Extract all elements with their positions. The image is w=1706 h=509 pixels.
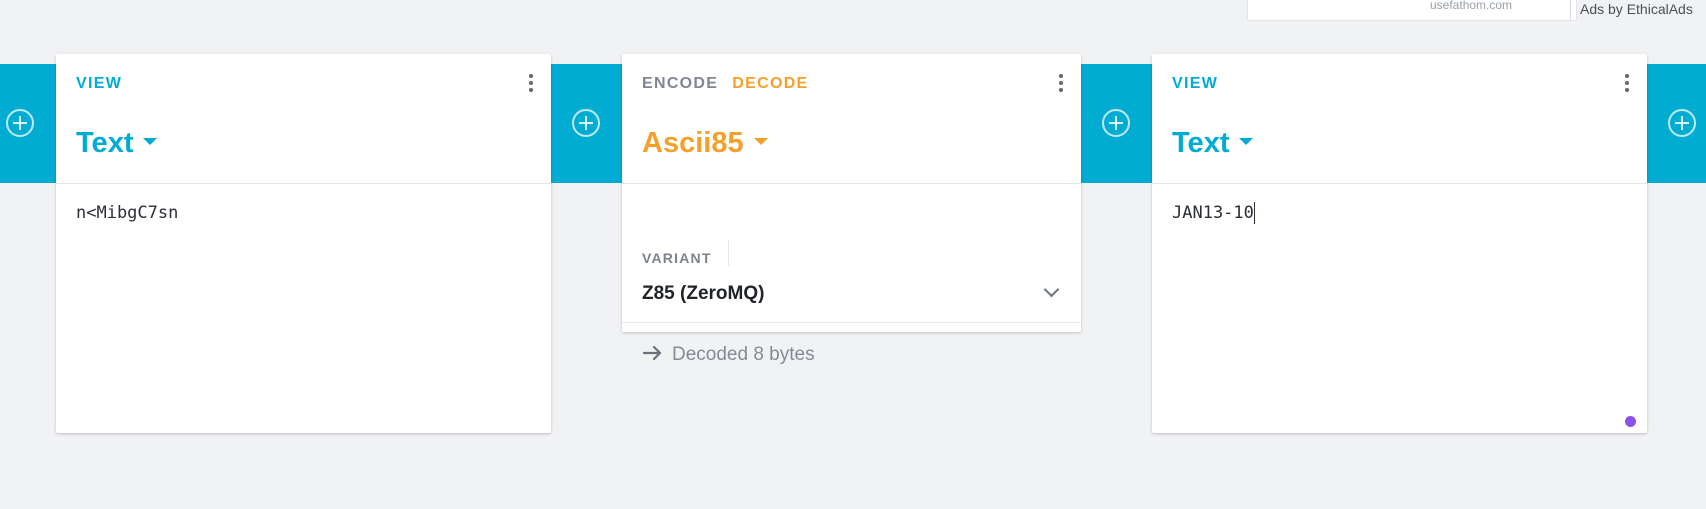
caret-down-icon bbox=[1239, 137, 1254, 145]
add-bar-start bbox=[0, 64, 56, 183]
view-label[interactable]: VIEW bbox=[76, 75, 122, 92]
text-content: JAN13-10 bbox=[1172, 203, 1254, 223]
view-label[interactable]: VIEW bbox=[1172, 75, 1218, 92]
caret-down-icon bbox=[753, 137, 768, 145]
card-header: VIEW Text bbox=[1152, 54, 1647, 184]
text-content: n<MibgC7sn bbox=[76, 203, 179, 223]
codec-card: ENCODE DECODE Ascii85 VARIANT Z85 (ZeroMQ… bbox=[622, 54, 1081, 365]
view-card-output: VIEW Text JAN13-10 bbox=[1152, 54, 1647, 433]
codec-label: Ascii85 bbox=[642, 127, 744, 159]
status-text: Decoded 8 bytes bbox=[672, 344, 815, 365]
more-options-icon[interactable] bbox=[1059, 74, 1063, 94]
status-row: Decoded 8 bytes bbox=[622, 322, 1081, 387]
format-label: Text bbox=[1172, 127, 1230, 159]
chevron-down-icon[interactable] bbox=[1043, 281, 1060, 298]
ad-divider bbox=[1570, 0, 1571, 21]
variant-divider bbox=[728, 240, 729, 266]
text-content-area[interactable]: n<MibgC7sn bbox=[76, 202, 178, 224]
card-overline: ENCODE DECODE bbox=[642, 74, 823, 94]
encode-tab[interactable]: ENCODE bbox=[642, 75, 718, 92]
format-label: Text bbox=[76, 127, 134, 159]
format-selector[interactable]: Text bbox=[1172, 126, 1254, 160]
caret-down-icon bbox=[143, 137, 158, 145]
ad-attribution-link[interactable]: Ads by EthicalAds bbox=[1580, 0, 1693, 19]
add-plus-icon[interactable] bbox=[572, 109, 600, 137]
more-options-icon[interactable] bbox=[1625, 74, 1629, 94]
view-card-input: VIEW Text n<MibgC7sn bbox=[56, 54, 551, 433]
variant-select[interactable]: Z85 (ZeroMQ) bbox=[642, 283, 764, 305]
variant-label: VARIANT bbox=[642, 250, 712, 266]
status-dot bbox=[1625, 416, 1636, 427]
arrow-right-icon bbox=[642, 345, 662, 361]
add-plus-icon[interactable] bbox=[1668, 109, 1696, 137]
text-cursor bbox=[1253, 202, 1255, 224]
ad-banner[interactable]: usefathom.com bbox=[1247, 0, 1577, 21]
more-options-icon[interactable] bbox=[529, 74, 533, 94]
card-header: ENCODE DECODE Ascii85 bbox=[622, 54, 1081, 184]
card-overline: VIEW bbox=[1172, 74, 1232, 94]
add-plus-icon[interactable] bbox=[6, 109, 34, 137]
add-bar-1 bbox=[551, 64, 622, 183]
format-selector[interactable]: Text bbox=[76, 126, 158, 160]
card-header: VIEW Text bbox=[56, 54, 551, 184]
codec-selector[interactable]: Ascii85 bbox=[642, 126, 768, 160]
ad-source-text: usefathom.com bbox=[1430, 0, 1513, 12]
text-content-area[interactable]: JAN13-10 bbox=[1172, 202, 1255, 224]
add-plus-icon[interactable] bbox=[1102, 109, 1130, 137]
card-overline: VIEW bbox=[76, 74, 136, 94]
add-bar-end bbox=[1647, 64, 1706, 183]
add-bar-2 bbox=[1081, 64, 1152, 183]
decode-tab[interactable]: DECODE bbox=[732, 75, 808, 92]
